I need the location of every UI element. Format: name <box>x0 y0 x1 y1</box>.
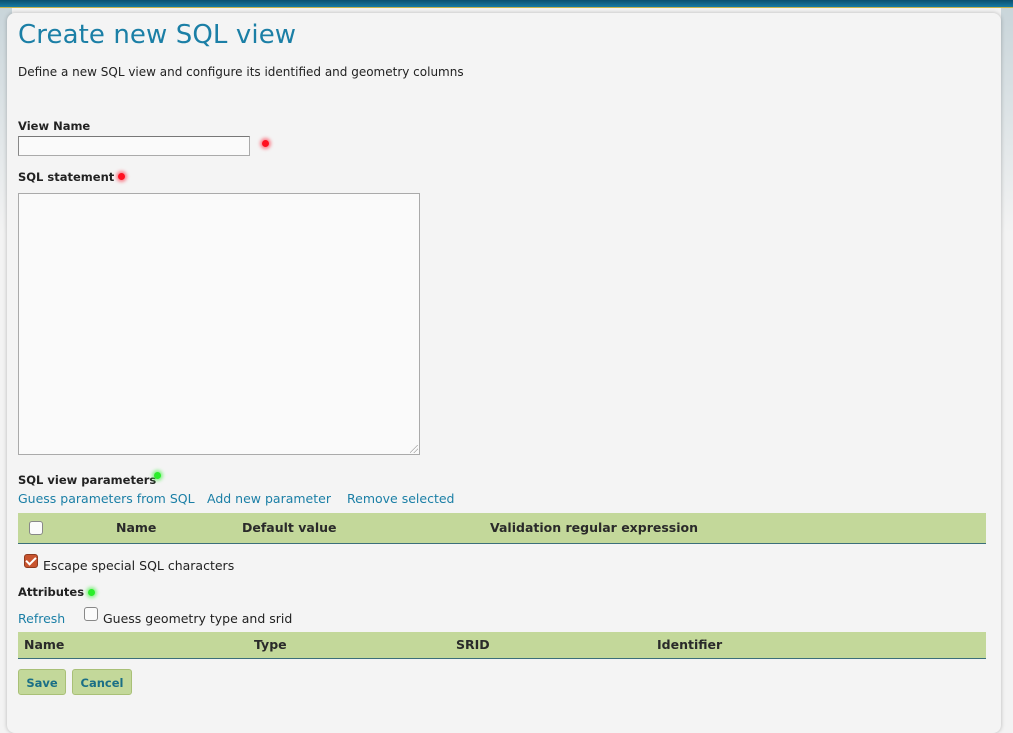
column-header-srid[interactable]: SRID <box>456 632 490 658</box>
cancel-button[interactable]: Cancel <box>72 669 132 695</box>
column-header-default-value[interactable]: Default value <box>242 513 336 543</box>
page-description: Define a new SQL view and configure its … <box>18 65 464 79</box>
attributes-label: Attributes <box>18 585 85 599</box>
view-name-input[interactable] <box>18 136 250 156</box>
parameters-table-header: Name Default value Validation regular ex… <box>18 513 986 544</box>
guess-geometry-label: Guess geometry type and srid <box>103 611 293 626</box>
background-edge-right <box>1001 8 1013 233</box>
top-bar <box>0 0 1013 8</box>
column-header-name[interactable]: Name <box>24 632 64 658</box>
guess-parameters-link[interactable]: Guess parameters from SQL <box>18 491 195 506</box>
page-title: Create new SQL view <box>18 20 297 50</box>
optional-indicator-icon <box>88 589 95 596</box>
required-indicator-icon <box>118 173 125 180</box>
optional-indicator-icon <box>154 472 161 479</box>
save-button[interactable]: Save <box>18 669 66 695</box>
select-all-checkbox[interactable] <box>29 521 43 535</box>
escape-sql-checkbox[interactable] <box>24 554 38 568</box>
view-name-label: View Name <box>18 119 91 133</box>
escape-sql-label: Escape special SQL characters <box>43 558 235 573</box>
guess-geometry-checkbox[interactable] <box>84 607 98 621</box>
refresh-link[interactable]: Refresh <box>18 611 65 626</box>
column-header-type[interactable]: Type <box>254 632 287 658</box>
column-header-name[interactable]: Name <box>116 513 156 543</box>
resize-grip-icon[interactable] <box>410 445 418 453</box>
add-parameter-link[interactable]: Add new parameter <box>207 491 331 506</box>
sql-statement-label: SQL statement <box>18 170 115 184</box>
column-header-validation-regex[interactable]: Validation regular expression <box>490 513 698 543</box>
remove-selected-link[interactable]: Remove selected <box>347 491 454 506</box>
required-indicator-icon <box>262 140 269 147</box>
sql-view-parameters-label: SQL view parameters <box>18 473 157 487</box>
attributes-table-header: Name Type SRID Identifier <box>18 632 986 659</box>
column-header-identifier[interactable]: Identifier <box>657 632 722 658</box>
sql-statement-textarea[interactable] <box>18 193 420 455</box>
